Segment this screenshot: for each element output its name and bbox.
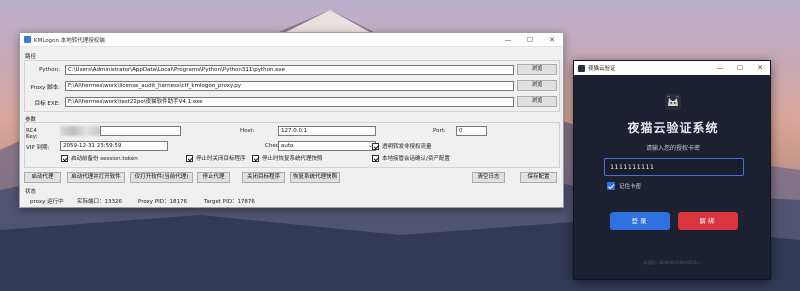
local-confirm-label: 本地接管会话确认/资产配置 (382, 156, 450, 162)
python-label: Python: (39, 67, 60, 73)
host-input[interactable]: 127.0.0.1 (278, 126, 376, 136)
proxy-script-input[interactable]: F:\AI\hermes\work\license_audit_harness\… (65, 81, 514, 91)
checkbox-checked-icon (607, 182, 615, 190)
kmlogon-titlebar: KMLogon 本地转代理授权端 — ☐ ✕ (20, 33, 563, 47)
restore-system-proxy-button[interactable]: 恢复系统代理快照 (290, 172, 340, 183)
clear-log-button[interactable]: 清空日志 (472, 172, 505, 183)
stop-proxy-button[interactable]: 停止代理 (197, 172, 230, 183)
port-input[interactable]: 0 (456, 126, 487, 136)
target-exe-input[interactable]: F:\AI\hermes\work\test22po\夜猫软件助手V4.1.ex… (65, 97, 514, 107)
start-proxy-button[interactable]: 启动代理 (24, 172, 61, 183)
browse-target-button[interactable]: 浏览 (517, 96, 557, 107)
minimize-button[interactable]: — (497, 33, 519, 47)
port-label: Port: (433, 128, 446, 134)
login-button[interactable]: 登录 (610, 212, 670, 230)
status-section-label: 状态 (25, 189, 37, 195)
verify-heading: 夜猫云验证系统 (627, 121, 719, 135)
python-path-input[interactable]: C:\Users\Administrator\AppData\Local\Pro… (65, 65, 514, 75)
rc4-key-redacted (60, 126, 100, 136)
restore-proxy-label: 停止时恢复系统代理快照 (262, 156, 323, 162)
maximize-button[interactable]: ☐ (730, 61, 750, 75)
start-proxy-and-target-button[interactable]: 启动代理并打开软件 (67, 172, 125, 183)
app-icon (24, 36, 31, 43)
passthrough-label: 透明转发非授权流量 (382, 144, 432, 150)
target-exe-label: 目标 EXE: (34, 101, 60, 107)
check-select[interactable]: auto ⌄ (278, 141, 376, 151)
remember-key-checkbox[interactable]: 记住卡密 (607, 182, 641, 190)
browse-python-button[interactable]: 浏览 (517, 64, 557, 75)
close-button[interactable]: ✕ (750, 61, 770, 75)
actual-port-status: 实际端口：13326 (77, 199, 122, 205)
host-label: Host: (240, 128, 255, 134)
local-confirm-checkbox[interactable]: 本地接管会话确认/资产配置 (372, 154, 450, 162)
proxy-pid-status: Proxy PID：18176 (138, 199, 187, 205)
maximize-button[interactable]: ☐ (519, 33, 541, 47)
close-button[interactable]: ✕ (541, 33, 563, 47)
restore-proxy-checkbox[interactable]: 停止时恢复系统代理快照 (252, 154, 323, 162)
vip-expiry-input[interactable]: 2059-12-31 23:59:59 (60, 141, 168, 151)
check-select-value: auto (281, 143, 294, 149)
minimize-button[interactable]: — (710, 61, 730, 75)
stop-on-close-label: 停止时关闭目标程序 (196, 156, 246, 162)
passthrough-checkbox[interactable]: 透明转发非授权流量 (372, 142, 432, 150)
browse-proxy-button[interactable]: 浏览 (517, 80, 557, 91)
open-target-only-button[interactable]: 仅打开软件(当前代理) (130, 172, 193, 183)
vip-expiry-label: VIP 到期: (26, 145, 50, 151)
rc4-key-input[interactable] (100, 126, 181, 136)
target-pid-status: Target PID：17876 (204, 199, 255, 205)
window-title: KMLogon 本地转代理授权端 (34, 37, 105, 44)
paths-section-label: 路径 (25, 54, 37, 60)
close-target-button[interactable]: 关闭目标程序 (242, 172, 285, 183)
verify-window-title: 夜猫云验证 (588, 66, 616, 72)
card-key-input[interactable]: 1111111111 (604, 158, 744, 176)
kmlogon-window: KMLogon 本地转代理授权端 — ☐ ✕ 路径 Python: C:\Use… (19, 32, 564, 208)
verify-titlebar: 夜猫云验证 — ☐ ✕ (574, 61, 770, 75)
rc4-key-label: RC4 Key: (26, 128, 38, 140)
checkbox-checked-icon (372, 142, 379, 150)
proxy-running-status: proxy 运行中 (30, 199, 64, 205)
auto-backup-checkbox[interactable]: 启动前备份 session.token (61, 154, 138, 162)
remember-key-label: 记住卡密 (619, 184, 642, 190)
auto-backup-label: 启动前备份 session.token (71, 156, 138, 162)
checkbox-checked-icon (252, 154, 259, 162)
machine-code-footer: 机器码: d6d6e0e7d8ef0f33c... (643, 260, 703, 265)
cat-logo-icon (665, 94, 681, 110)
checkbox-checked-icon (61, 154, 68, 162)
unbind-button[interactable]: 解绑 (678, 212, 738, 230)
verify-subtitle: 请输入您的授权卡密 (645, 145, 700, 152)
proxy-script-label: Proxy 脚本: (30, 85, 60, 91)
checkbox-checked-icon (186, 154, 193, 162)
app-icon (578, 64, 585, 72)
verify-login-window: 夜猫云验证 — ☐ ✕ 夜猫云验证系统 请输入您的授权卡密 1111111111… (573, 60, 771, 280)
save-config-button[interactable]: 保存配置 (520, 172, 557, 183)
stop-on-close-checkbox[interactable]: 停止时关闭目标程序 (186, 154, 246, 162)
checkbox-checked-icon (372, 154, 379, 162)
